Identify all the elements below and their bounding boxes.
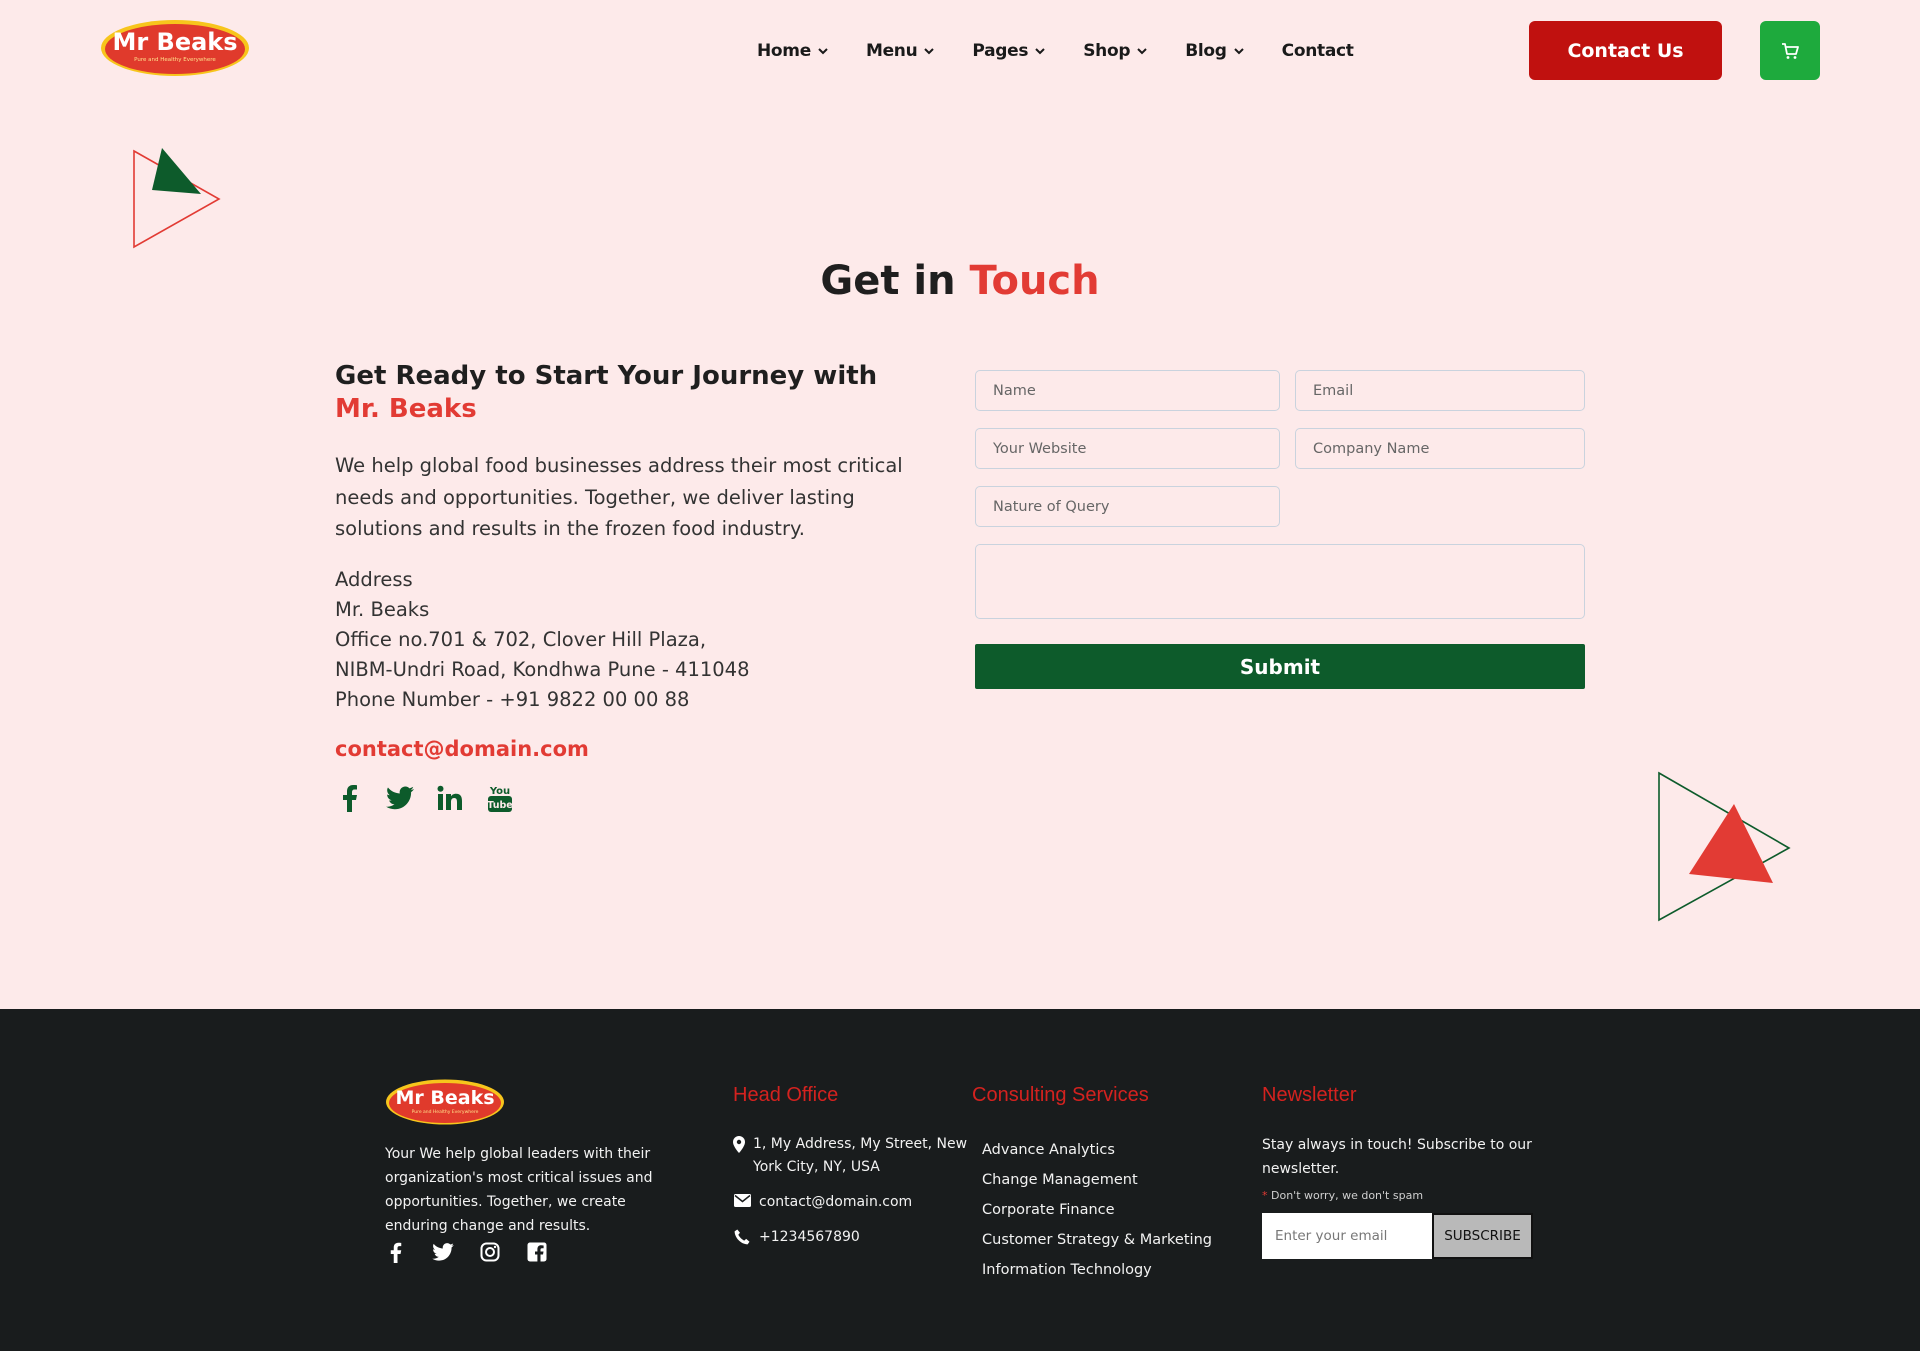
newsletter-text: Stay always in touch! Subscribe to our n… (1262, 1137, 1532, 1177)
twitter-icon[interactable] (432, 1241, 454, 1263)
footer-socials (385, 1241, 548, 1263)
company-input[interactable] (1295, 428, 1585, 469)
instagram-icon[interactable] (479, 1241, 501, 1263)
nav-item-blog[interactable]: Blog (1185, 36, 1244, 66)
logo-tagline: Pure and Healthy Everywhere (134, 57, 216, 63)
contact-info: Get Ready to Start Your Journey with Mr.… (335, 360, 915, 813)
required-star: * (1262, 1189, 1268, 1202)
subscribe-form: SUBSCRIBE (1262, 1213, 1552, 1259)
cart-button[interactable] (1760, 21, 1820, 80)
chevron-down-icon (1137, 48, 1147, 55)
intro-text: We help global food businesses address t… (335, 454, 903, 540)
office-email-row[interactable]: contact@domain.com (733, 1191, 973, 1214)
message-textarea[interactable] (975, 544, 1585, 619)
envelope-icon (733, 1191, 751, 1207)
nav-label: Contact (1281, 41, 1354, 61)
svg-text:You: You (489, 786, 510, 797)
chevron-down-icon (924, 48, 935, 55)
triangle-decoration-bottom-right (1658, 771, 1791, 922)
address-line2: NIBM-Undri Road, Kondhwa Pune - 411048 (335, 657, 750, 681)
title-main: Get in (820, 258, 956, 304)
submit-button[interactable]: Submit (975, 644, 1585, 689)
nav-label: Shop (1083, 41, 1131, 61)
office-email: contact@domain.com (759, 1194, 913, 1210)
address-block: Address Mr. Beaks Office no.701 & 702, C… (335, 565, 755, 715)
footer-logo-tagline: Pure and Healthy Everywhere (412, 1109, 479, 1115)
chevron-down-icon (818, 48, 828, 55)
service-link[interactable]: Advance Analytics (982, 1135, 1212, 1165)
contact-us-button[interactable]: Contact Us (1529, 21, 1722, 80)
triangle-decoration-top-left (133, 148, 221, 249)
nav-label: Pages (972, 41, 1029, 61)
journey-heading-main: Get Ready to Start Your Journey with (335, 361, 878, 391)
query-input[interactable] (975, 486, 1280, 527)
phone-number: Phone Number - +91 9822 00 00 88 (335, 687, 690, 711)
office-address: 1, My Address, My Street, New York City,… (753, 1136, 968, 1175)
map-pin-icon (733, 1133, 745, 1153)
nav-label: Menu (865, 41, 918, 61)
nav-item-home[interactable]: Home (757, 36, 829, 66)
chevron-down-icon (1233, 48, 1244, 55)
phone-icon (733, 1226, 751, 1245)
address-company: Mr. Beaks (335, 597, 430, 621)
facebook-icon[interactable] (385, 1241, 407, 1263)
service-link[interactable]: Corporate Finance (982, 1195, 1212, 1225)
nav-item-contact[interactable]: Contact (1282, 36, 1354, 66)
newsletter-email-input[interactable] (1262, 1213, 1432, 1259)
name-input[interactable] (975, 370, 1280, 411)
services-title: Consulting Services (972, 1084, 1149, 1106)
newsletter-title: Newsletter (1262, 1084, 1357, 1106)
email-input[interactable] (1295, 370, 1585, 411)
facebook-icon[interactable] (335, 783, 365, 813)
subscribe-button[interactable]: SUBSCRIBE (1432, 1213, 1533, 1259)
brand-logo[interactable]: Mr Beaks Pure and Healthy Everywhere (100, 18, 250, 78)
head-office-title: Head Office (733, 1084, 839, 1106)
main-nav: Home Menu Pages Shop Blog Contact (757, 36, 1391, 66)
journey-heading-accent: Mr. Beaks (335, 394, 477, 424)
website-input[interactable] (975, 428, 1280, 469)
nav-item-pages[interactable]: Pages (972, 36, 1046, 66)
service-link[interactable]: Information Technology (982, 1255, 1212, 1285)
title-accent: Touch (969, 258, 1100, 304)
nav-label: Home (757, 41, 811, 61)
contact-socials: You Tube (335, 783, 915, 813)
spam-note-text: Don't worry, we don't spam (1271, 1189, 1424, 1202)
footer-logo-text: Mr Beaks (395, 1087, 494, 1109)
cart-icon (1782, 42, 1799, 59)
services-list: Advance Analytics Change Management Corp… (982, 1135, 1212, 1285)
section-title: Get in Touch (0, 258, 1920, 304)
office-phone-row[interactable]: +1234567890 (733, 1226, 973, 1249)
youtube-icon[interactable]: You Tube (485, 783, 515, 813)
nav-item-menu[interactable]: Menu (866, 36, 935, 66)
nav-item-shop[interactable]: Shop (1083, 36, 1148, 66)
footer-logo[interactable]: Mr Beaks Pure and Healthy Everywhere (385, 1078, 505, 1126)
service-link[interactable]: Change Management (982, 1165, 1212, 1195)
facebook-square-icon[interactable] (526, 1241, 548, 1263)
office-phone: +1234567890 (759, 1229, 860, 1245)
logo-text: Mr Beaks (112, 28, 237, 56)
journey-heading: Get Ready to Start Your Journey with Mr.… (335, 360, 915, 426)
linkedin-icon[interactable] (435, 783, 465, 813)
service-link[interactable]: Customer Strategy & Marketing (982, 1225, 1212, 1255)
head-office-info: 1, My Address, My Street, New York City,… (733, 1133, 973, 1261)
office-address-row: 1, My Address, My Street, New York City,… (733, 1133, 973, 1179)
chevron-down-icon (1035, 48, 1045, 55)
site-footer: Mr Beaks Pure and Healthy Everywhere You… (0, 1009, 1920, 1351)
address-label: Address (335, 567, 413, 591)
spam-note: * Don't worry, we don't spam (1262, 1189, 1552, 1202)
address-line1: Office no.701 & 702, Clover Hill Plaza, (335, 627, 707, 651)
nav-label: Blog (1185, 41, 1227, 61)
footer-about: Your We help global leaders with their o… (385, 1146, 653, 1234)
newsletter: Stay always in touch! Subscribe to our n… (1262, 1133, 1552, 1259)
site-header: Mr Beaks Pure and Healthy Everywhere Hom… (0, 0, 1920, 100)
svg-text:Tube: Tube (487, 800, 512, 811)
contact-email-link[interactable]: contact@domain.com (335, 737, 915, 761)
twitter-icon[interactable] (385, 783, 415, 813)
